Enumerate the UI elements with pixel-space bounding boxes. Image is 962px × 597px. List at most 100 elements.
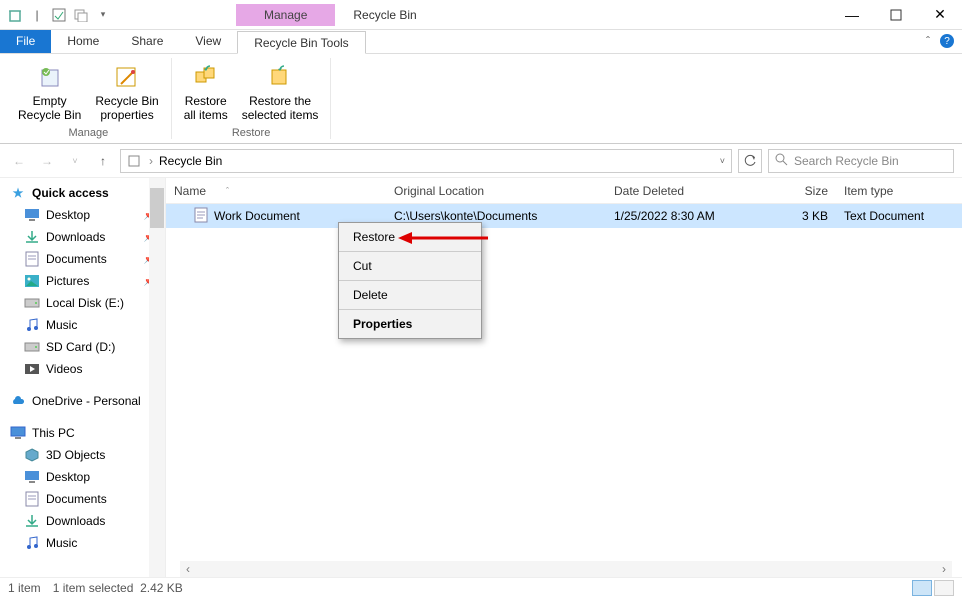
scroll-right-icon[interactable]: ›	[936, 561, 952, 577]
bin-props-label: Recycle Bin properties	[95, 94, 158, 123]
thispc-label: This PC	[32, 426, 75, 440]
col-size[interactable]: Size	[766, 184, 836, 198]
breadcrumb-path[interactable]: Recycle Bin	[159, 154, 222, 168]
col-item-type[interactable]: Item type	[836, 184, 962, 198]
sidebar-pc-documents[interactable]: Documents	[0, 488, 165, 510]
home-tab[interactable]: Home	[51, 30, 115, 53]
sidebar-item-pictures[interactable]: Pictures📌	[0, 270, 165, 292]
recycle-bin-icon	[6, 6, 24, 24]
sidebar-onedrive[interactable]: OneDrive - Personal	[0, 390, 165, 412]
details-view-button[interactable]	[912, 580, 932, 596]
search-placeholder: Search Recycle Bin	[794, 154, 899, 168]
sidebar-this-pc[interactable]: This PC	[0, 422, 165, 444]
music-icon	[24, 317, 40, 333]
refresh-button[interactable]	[738, 149, 762, 173]
sidebar-item-documents[interactable]: Documents📌	[0, 248, 165, 270]
back-button[interactable]: ←	[8, 150, 30, 172]
sidebar-item-label: Pictures	[46, 274, 89, 288]
sidebar-item-label: Downloads	[46, 514, 105, 528]
maximize-button[interactable]	[874, 0, 918, 30]
sidebar-item-label: Music	[46, 536, 77, 550]
restore-sel-icon	[264, 60, 296, 92]
downloads-icon	[24, 229, 40, 245]
empty-recycle-bin-button[interactable]: Empty Recycle Bin	[12, 58, 87, 125]
sidebar-pc-downloads[interactable]: Downloads	[0, 510, 165, 532]
restore-all-icon	[190, 60, 222, 92]
up-button[interactable]: ↑	[92, 150, 114, 172]
content-hscrollbar[interactable]: ‹ ›	[180, 561, 952, 577]
context-cut[interactable]: Cut	[339, 252, 481, 281]
sidebar-item-label: Desktop	[46, 470, 90, 484]
context-delete[interactable]: Delete	[339, 281, 481, 310]
restore-group-label: Restore	[232, 125, 271, 139]
sidebar-item-videos[interactable]: Videos	[0, 358, 165, 380]
thumbnails-view-button[interactable]	[934, 580, 954, 596]
context-properties[interactable]: Properties	[339, 310, 481, 338]
recycle-bin-properties-button[interactable]: Recycle Bin properties	[89, 58, 164, 125]
context-restore[interactable]: Restore	[339, 223, 481, 252]
videos-icon	[24, 361, 40, 377]
close-button[interactable]: ✕	[918, 0, 962, 30]
onedrive-label: OneDrive - Personal	[32, 394, 141, 408]
sidebar-item-label: Downloads	[46, 230, 105, 244]
manage-contextual-tab: Manage	[236, 4, 335, 26]
sidebar-item-label: Documents	[46, 252, 107, 266]
empty-bin-label: Empty Recycle Bin	[18, 94, 81, 123]
sidebar-item-desktop[interactable]: Desktop📌	[0, 204, 165, 226]
col-original-location[interactable]: Original Location	[386, 184, 606, 198]
status-size: 2.42 KB	[140, 581, 183, 595]
sidebar-pc-music[interactable]: Music	[0, 532, 165, 554]
recent-dropdown[interactable]: ˅	[64, 150, 86, 172]
sidebar-quick-access[interactable]: ★ Quick access	[0, 182, 165, 204]
sidebar-scrollbar[interactable]	[149, 178, 165, 578]
sidebar-item-label: Videos	[46, 362, 82, 376]
restore-all-label: Restore all items	[184, 94, 228, 123]
breadcrumb-sep: ›	[149, 154, 153, 168]
qat-dropdown-icon[interactable]	[72, 6, 90, 24]
sidebar-item-music[interactable]: Music	[0, 314, 165, 336]
share-tab[interactable]: Share	[115, 30, 179, 53]
file-original-location: C:\Users\konte\Documents	[386, 209, 606, 223]
sidebar-item-label: Music	[46, 318, 77, 332]
search-icon	[775, 153, 788, 169]
sidebar-item-label: Local Disk (E:)	[46, 296, 124, 310]
desktop-icon	[24, 469, 40, 485]
file-type: Text Document	[836, 209, 962, 223]
qat-divider: |	[28, 6, 46, 24]
obj3d-icon	[24, 447, 40, 463]
sidebar-item-label: SD Card (D:)	[46, 340, 115, 354]
minimize-button[interactable]: —	[830, 0, 874, 30]
column-headers[interactable]: Nameˆ Original Location Date Deleted Siz…	[166, 178, 962, 204]
collapse-ribbon-icon[interactable]: ˆ	[926, 34, 930, 48]
sidebar-pc-3d-objects[interactable]: 3D Objects	[0, 444, 165, 466]
restore-all-button[interactable]: Restore all items	[178, 58, 234, 125]
text-file-icon	[194, 207, 208, 226]
file-tab[interactable]: File	[0, 30, 51, 53]
qat-chevron-icon[interactable]: ▾	[94, 6, 112, 24]
sidebar-item-downloads[interactable]: Downloads📌	[0, 226, 165, 248]
downloads-icon	[24, 513, 40, 529]
empty-bin-icon	[34, 60, 66, 92]
sidebar-item-label: Desktop	[46, 208, 90, 222]
col-name[interactable]: Name	[174, 184, 206, 198]
view-tab[interactable]: View	[179, 30, 237, 53]
file-name: Work Document	[214, 209, 300, 223]
restore-selected-button[interactable]: Restore the selected items	[236, 58, 325, 125]
desktop-icon	[24, 207, 40, 223]
documents-icon	[24, 251, 40, 267]
documents-icon	[24, 491, 40, 507]
sidebar-item-label: Documents	[46, 492, 107, 506]
col-date-deleted[interactable]: Date Deleted	[606, 184, 766, 198]
address-history-dropdown[interactable]: ˅	[720, 156, 725, 166]
properties-qat-icon[interactable]	[50, 6, 68, 24]
sidebar-item-sd-card-d-[interactable]: SD Card (D:)	[0, 336, 165, 358]
address-bar[interactable]: › Recycle Bin ˅	[120, 149, 732, 173]
scroll-left-icon[interactable]: ‹	[180, 561, 196, 577]
sidebar-pc-desktop[interactable]: Desktop	[0, 466, 165, 488]
help-icon[interactable]: ?	[940, 34, 954, 48]
recycle-bin-tools-tab[interactable]: Recycle Bin Tools	[237, 31, 366, 54]
sidebar-item-local-disk-e-[interactable]: Local Disk (E:)	[0, 292, 165, 314]
file-row[interactable]: Work Document C:\Users\konte\Documents 1…	[166, 204, 962, 228]
search-input[interactable]: Search Recycle Bin	[768, 149, 954, 173]
forward-button[interactable]: →	[36, 150, 58, 172]
